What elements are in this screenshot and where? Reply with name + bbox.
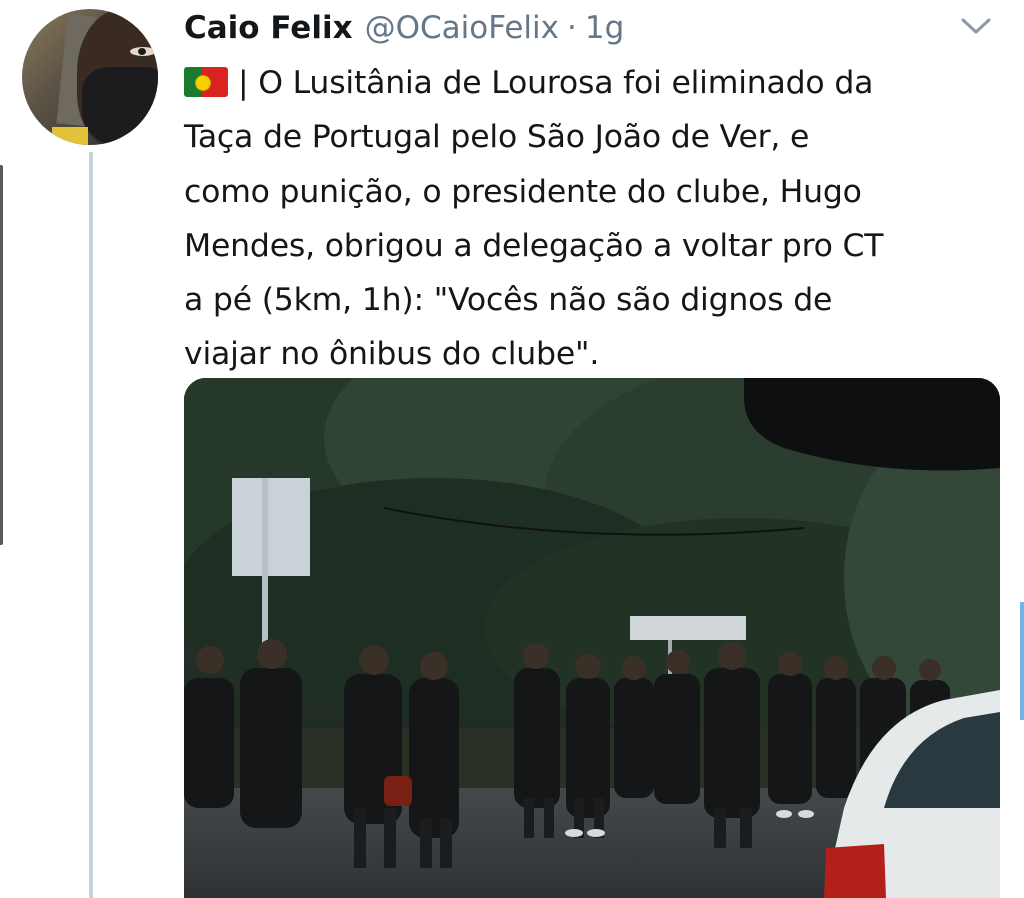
scrollbar[interactable] [1020,602,1024,720]
tweet-text-line: a pé (5km, 1h): "Vocês não são dignos de [184,282,833,319]
header-separator: · [566,10,577,46]
user-handle[interactable]: @OCaioFelix [365,8,559,48]
video-still [184,378,1000,898]
portugal-flag-icon [184,67,228,97]
tweet-media-video[interactable] [184,378,1000,898]
previous-card-edge [0,165,3,545]
tweet-text-line: como punição, o presidente do clube, Hug… [184,173,862,210]
display-name[interactable]: Caio Felix [184,8,353,48]
tweet-text-line: Taça de Portugal pelo São João de Ver, e [184,119,810,156]
tweet-timestamp[interactable]: 1g [585,8,624,48]
tweet-text-line: | O Lusitânia de Lourosa foi eliminado d… [184,56,994,110]
tweet-page: Caio Felix @OCaioFelix · 1g | O Lusitâni… [0,0,1024,898]
tweet-text: | O Lusitânia de Lourosa foi eliminado d… [184,56,994,382]
thread-line [89,152,93,898]
tweet-header: Caio Felix @OCaioFelix · 1g [184,8,624,48]
chevron-down-icon[interactable] [958,14,994,38]
tweet-text-line: viajar no ônibus do clube". [184,336,600,373]
avatar[interactable] [22,9,158,145]
tweet-text-line: Mendes, obrigou a delegação a voltar pro… [184,227,884,264]
